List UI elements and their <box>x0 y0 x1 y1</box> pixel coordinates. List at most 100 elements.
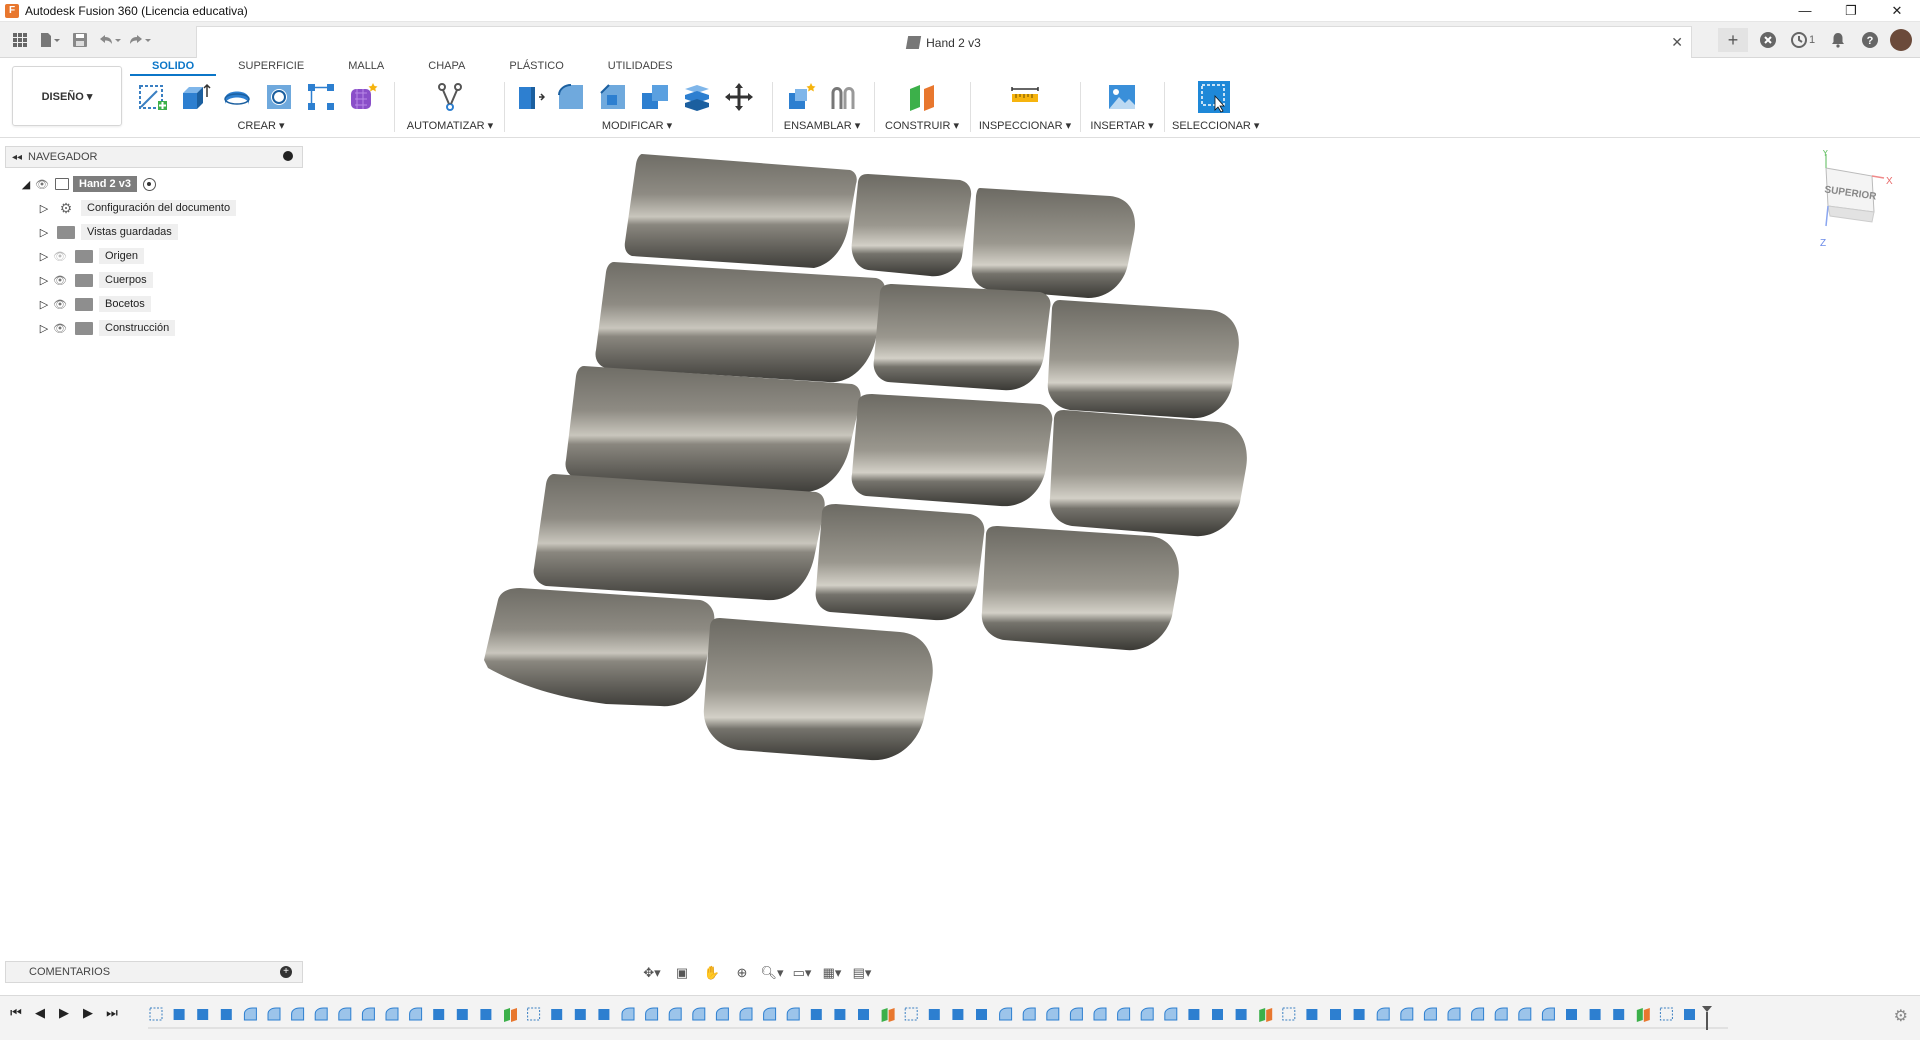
save-icon[interactable] <box>66 28 94 52</box>
chamfer-icon[interactable] <box>596 80 630 114</box>
restore-button[interactable]: ❐ <box>1828 0 1874 22</box>
timeline-feature-fillet-icon[interactable] <box>1423 1007 1437 1021</box>
timeline-feature-fillet-icon[interactable] <box>314 1007 328 1021</box>
visibility-eye-icon[interactable]: 👁 <box>51 322 69 335</box>
visibility-eye-icon[interactable]: 👁 <box>33 178 51 191</box>
timeline-feature-fillet-icon[interactable] <box>1376 1007 1390 1021</box>
new-component-icon[interactable] <box>784 80 818 114</box>
finger-segment[interactable] <box>484 588 715 707</box>
timeline-feature-fillet-icon[interactable] <box>243 1007 257 1021</box>
move-copy-icon[interactable] <box>722 80 756 114</box>
timeline-feature-fillet-icon[interactable] <box>1164 1007 1178 1021</box>
finger-segment[interactable] <box>851 394 1053 507</box>
timeline-feature-extrude-icon[interactable] <box>1353 1009 1365 1020</box>
seleccionar-menu[interactable]: SELECCIONAR ▾ <box>1172 119 1259 132</box>
automatizar-menu[interactable]: AUTOMATIZAR ▾ <box>402 119 498 132</box>
timeline-feature-fillet-icon[interactable] <box>692 1007 706 1021</box>
timeline-feature-plane-icon[interactable] <box>1259 1008 1273 1022</box>
finger-segment[interactable] <box>703 618 933 761</box>
play-icon[interactable]: ▶ <box>56 1004 72 1022</box>
timeline-feature-sketch-icon[interactable] <box>1282 1007 1296 1021</box>
insert-image-icon[interactable] <box>1105 80 1139 114</box>
offset-plane-icon[interactable] <box>905 80 939 114</box>
file-menu-icon[interactable] <box>36 28 64 52</box>
combine-icon[interactable] <box>638 80 672 114</box>
job-status-icon[interactable]: 1 <box>1788 28 1818 52</box>
undo-icon[interactable] <box>96 28 124 52</box>
redo-icon[interactable] <box>126 28 154 52</box>
timeline-feature-extrude-icon[interactable] <box>1212 1009 1223 1020</box>
look-at-icon[interactable]: ▣ <box>670 963 694 983</box>
timeline-feature-sketch-icon[interactable] <box>149 1007 163 1021</box>
extensions-icon[interactable] <box>1756 28 1780 52</box>
timeline-feature-extrude-icon[interactable] <box>1684 1009 1695 1020</box>
timeline-feature-extrude-icon[interactable] <box>220 1009 232 1020</box>
modificar-menu[interactable]: MODIFICAR ▾ <box>512 119 762 132</box>
timeline-feature-extrude-icon[interactable] <box>598 1009 610 1020</box>
timeline-feature-extrude-icon[interactable] <box>1613 1009 1625 1020</box>
tab-superficie[interactable]: SUPERFICIE <box>216 58 326 76</box>
step-forward-icon[interactable]: ▶ <box>80 1004 96 1022</box>
timeline-feature-fillet-icon[interactable] <box>1494 1007 1508 1021</box>
expand-arrow-icon[interactable]: ▷ <box>37 250 51 263</box>
finger-segment[interactable] <box>595 262 886 383</box>
hand-model-bodies[interactable] <box>484 154 1247 761</box>
timeline-feature-extrude-icon[interactable] <box>173 1009 185 1020</box>
timeline-feature-fillet-icon[interactable] <box>291 1007 305 1021</box>
timeline-features[interactable] <box>148 1004 1728 1034</box>
timeline-feature-sketch-icon[interactable] <box>1659 1007 1673 1021</box>
tab-solido[interactable]: SOLIDO <box>130 58 217 76</box>
expand-arrow-icon[interactable]: ▷ <box>37 298 51 311</box>
tab-chapa[interactable]: CHAPA <box>406 58 487 76</box>
timeline-feature-extrude-icon[interactable] <box>197 1009 209 1020</box>
select-icon[interactable] <box>1197 80 1231 114</box>
step-back-icon[interactable]: ◀ <box>32 1004 48 1022</box>
timeline-feature-extrude-icon[interactable] <box>1566 1009 1577 1020</box>
finger-segment[interactable] <box>1049 410 1247 537</box>
orbit-icon[interactable]: ✥▾ <box>640 963 664 983</box>
timeline-feature-extrude-icon[interactable] <box>1235 1009 1247 1020</box>
timeline-feature-fillet-icon[interactable] <box>338 1007 352 1021</box>
joint-icon[interactable] <box>826 80 860 114</box>
tree-item-bocetos[interactable]: ▷ 👁 Bocetos <box>5 292 303 316</box>
go-to-end-icon[interactable]: ⏭ <box>104 1004 120 1022</box>
crear-menu[interactable]: CREAR ▾ <box>136 119 386 132</box>
close-tab-icon[interactable]: ✕ <box>1671 34 1683 51</box>
timeline-feature-extrude-icon[interactable] <box>858 1009 869 1020</box>
minimize-button[interactable]: — <box>1782 0 1828 22</box>
expand-arrow-icon[interactable]: ▷ <box>37 322 51 335</box>
zoom-icon[interactable]: ⊕ <box>730 963 754 983</box>
timeline-feature-fillet-icon[interactable] <box>1046 1007 1060 1021</box>
timeline-feature-fillet-icon[interactable] <box>1400 1007 1414 1021</box>
ensamblar-menu[interactable]: ENSAMBLAR ▾ <box>780 119 864 132</box>
hidden-eye-icon[interactable]: 👁 <box>51 250 69 263</box>
collapse-panel-icon[interactable]: ◂◂ <box>6 152 28 163</box>
timeline-feature-fillet-icon[interactable] <box>361 1007 375 1021</box>
revolve-icon[interactable] <box>220 80 254 114</box>
close-window-button[interactable]: ✕ <box>1874 0 1920 22</box>
activate-radio-icon[interactable] <box>142 177 156 191</box>
grid-menu-icon[interactable] <box>6 28 34 52</box>
finger-segment[interactable] <box>971 188 1135 298</box>
expand-triangle-icon[interactable]: ◢ <box>19 178 33 191</box>
timeline-feature-extrude-icon[interactable] <box>1306 1009 1318 1020</box>
timeline-feature-fillet-icon[interactable] <box>409 1007 423 1021</box>
tree-item-construccion[interactable]: ▷ 👁 Construcción <box>5 316 303 340</box>
grid-snaps-icon[interactable]: ▦▾ <box>820 963 844 983</box>
measure-icon[interactable] <box>1008 80 1042 114</box>
display-settings-icon[interactable]: ▭▾ <box>790 963 814 983</box>
timeline-feature-plane-icon[interactable] <box>881 1008 895 1022</box>
finger-segment[interactable] <box>873 284 1051 391</box>
timeline-feature-fillet-icon[interactable] <box>1069 1007 1083 1021</box>
timeline-feature-extrude-icon[interactable] <box>574 1009 586 1020</box>
press-pull-icon[interactable] <box>512 80 546 114</box>
tab-utilidades[interactable]: UTILIDADES <box>586 58 695 76</box>
new-tab-plus-icon[interactable]: + <box>1718 28 1748 52</box>
timeline-feature-fillet-icon[interactable] <box>999 1007 1013 1021</box>
timeline-feature-fillet-icon[interactable] <box>1117 1007 1131 1021</box>
tab-malla[interactable]: MALLA <box>326 58 406 76</box>
timeline-feature-extrude-icon[interactable] <box>1330 1009 1341 1020</box>
hole-icon[interactable] <box>262 80 296 114</box>
tree-item-vistas[interactable]: ▷ Vistas guardadas <box>5 220 303 244</box>
workspace-switcher[interactable]: DISEÑO ▾ <box>12 66 122 126</box>
